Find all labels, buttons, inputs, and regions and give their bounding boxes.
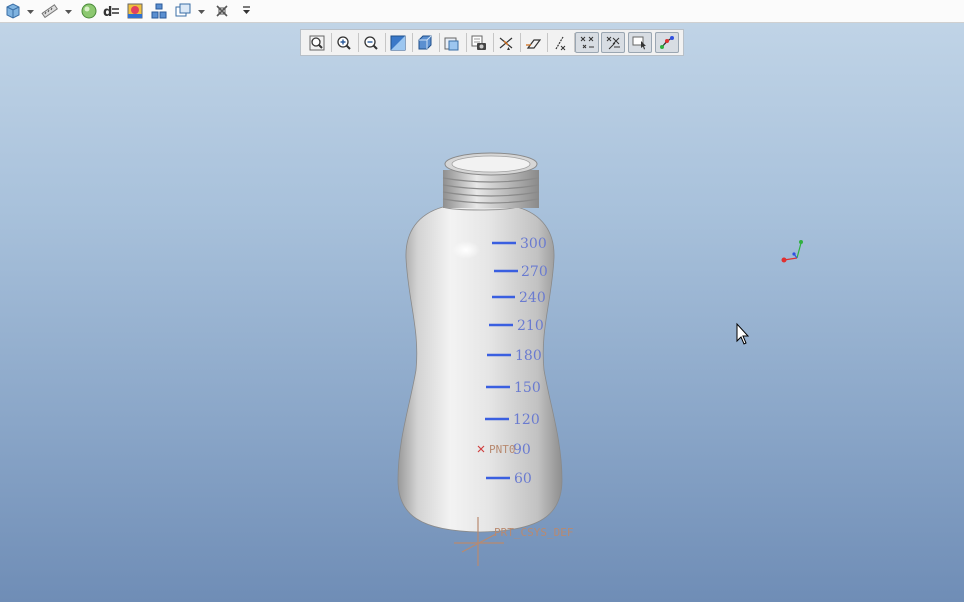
csys-label: PRT_CSYS_DEF [494,526,573,539]
graduation-label: 270 [521,264,548,280]
graduation-label: 240 [519,290,546,306]
orientation-triad [781,240,803,263]
model-viewport[interactable]: 300 270 240 210 180 150 120 90 60 PNT0 P… [0,0,964,602]
graduation-label: 210 [517,318,544,334]
axis-y-dot [799,240,803,244]
graduation-label: 300 [520,236,547,252]
graduation-label: 90 [513,442,531,458]
graduation-label: 60 [514,471,532,487]
bottle-model[interactable] [397,152,563,533]
graduation-label: 120 [513,412,540,428]
graduation-label: 150 [514,380,541,396]
axis-z-dot [792,252,796,256]
axis-x-dot [781,257,787,263]
datum-point-label: PNT0 [489,443,516,456]
graduation-label: 180 [515,348,542,364]
mouse-cursor-icon [736,322,750,345]
